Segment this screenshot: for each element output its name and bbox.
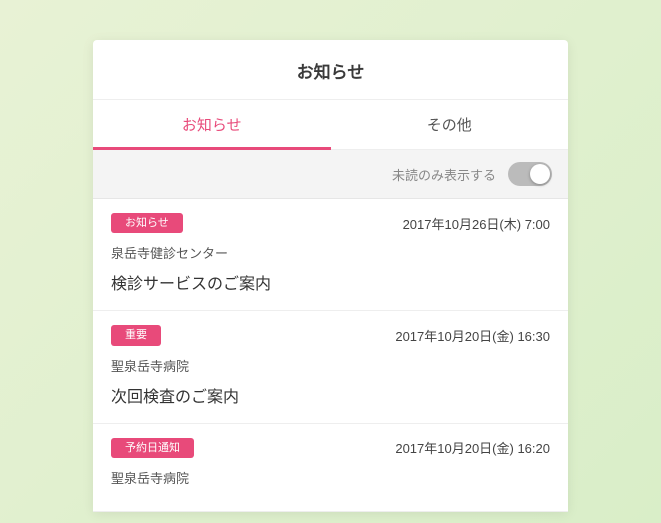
unread-only-toggle[interactable]: [508, 162, 552, 186]
item-top-row: 重要 2017年10月20日(金) 16:30: [111, 325, 550, 345]
tab-notifications[interactable]: お知らせ: [93, 100, 331, 149]
list-item[interactable]: 重要 2017年10月20日(金) 16:30 聖泉岳寺病院 次回検査のご案内: [93, 311, 568, 423]
timestamp: 2017年10月26日(木) 7:00: [403, 214, 550, 233]
tab-other[interactable]: その他: [331, 100, 569, 149]
sender: 泉岳寺健診センター: [111, 243, 550, 262]
tabs: お知らせ その他: [93, 99, 568, 150]
tab-label: その他: [427, 117, 472, 134]
list-item[interactable]: お知らせ 2017年10月26日(木) 7:00 泉岳寺健診センター 検診サービ…: [93, 199, 568, 311]
timestamp: 2017年10月20日(金) 16:30: [395, 326, 550, 345]
tab-label: お知らせ: [182, 117, 242, 134]
category-badge: 重要: [111, 325, 161, 345]
category-badge: 予約日通知: [111, 438, 194, 458]
filter-bar: 未読のみ表示する: [93, 150, 568, 199]
sender: 聖泉岳寺病院: [111, 468, 550, 487]
notifications-card: お知らせ お知らせ その他 未読のみ表示する お知らせ 2017年10月26日(…: [93, 40, 568, 512]
item-top-row: お知らせ 2017年10月26日(木) 7:00: [111, 213, 550, 233]
list-item[interactable]: 予約日通知 2017年10月20日(金) 16:20 聖泉岳寺病院: [93, 424, 568, 512]
sender: 聖泉岳寺病院: [111, 356, 550, 375]
filter-label: 未読のみ表示する: [392, 165, 496, 184]
notification-list: お知らせ 2017年10月26日(木) 7:00 泉岳寺健診センター 検診サービ…: [93, 199, 568, 512]
toggle-knob: [530, 164, 550, 184]
header: お知らせ: [93, 40, 568, 99]
category-badge: お知らせ: [111, 213, 183, 233]
timestamp: 2017年10月20日(金) 16:20: [395, 438, 550, 457]
subject: 検診サービスのご案内: [111, 270, 550, 294]
subject: 次回検査のご案内: [111, 383, 550, 407]
item-top-row: 予約日通知 2017年10月20日(金) 16:20: [111, 438, 550, 458]
page-title: お知らせ: [93, 58, 568, 83]
